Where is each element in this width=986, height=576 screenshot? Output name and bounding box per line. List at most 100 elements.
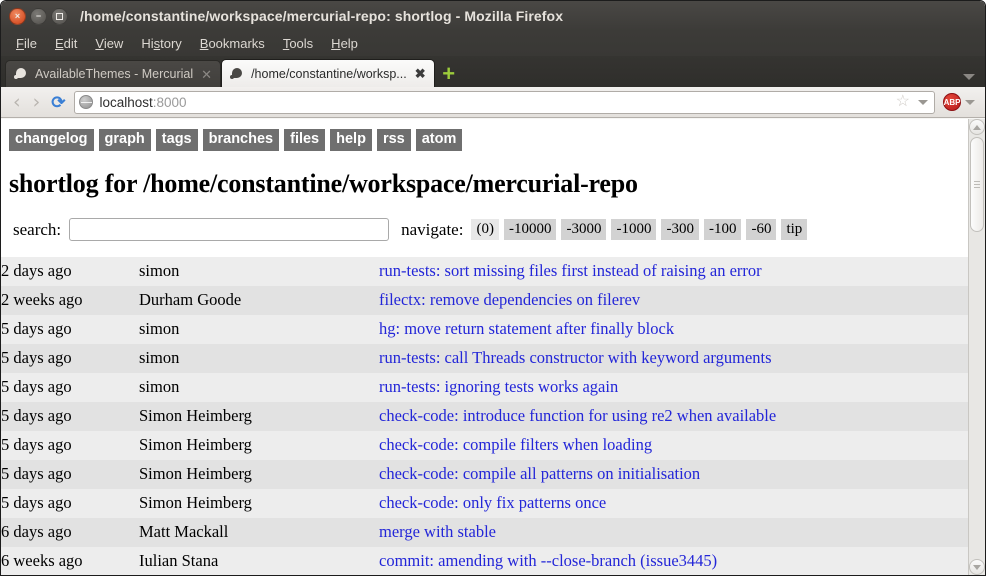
page-content: changelog graph tags branches files help… (1, 119, 985, 575)
commit-link[interactable]: commit: amending with --close-branch (is… (379, 551, 717, 570)
table-row[interactable]: 5 days ago Simon Heimberg check-code: co… (1, 431, 968, 461)
tab-close-icon[interactable]: ✖ (413, 67, 428, 80)
vertical-scrollbar[interactable] (968, 119, 985, 575)
tab-list-chevron-down-icon[interactable] (963, 74, 975, 80)
search-input[interactable] (69, 218, 390, 242)
table-row[interactable]: 5 days ago simon run-tests: ignoring tes… (1, 373, 968, 403)
row-description: run-tests: sort missing files first inst… (379, 257, 968, 286)
row-age: 5 days ago (1, 319, 72, 339)
menu-item-edit[interactable]: Edit (46, 34, 86, 53)
navigate-button-minus-300[interactable]: -300 (661, 218, 699, 241)
nav-link-branches[interactable]: branches (202, 129, 280, 152)
menu-item-help[interactable]: Help (322, 34, 367, 53)
nav-link-help[interactable]: help (330, 129, 372, 152)
table-row[interactable]: 5 days ago simon hg: move return stateme… (1, 315, 968, 345)
navigate-button-tip[interactable]: tip (781, 218, 808, 241)
row-age: 5 days ago (1, 493, 72, 513)
menu-item-bookmarks[interactable]: Bookmarks (191, 34, 274, 53)
row-author: simon (139, 377, 180, 397)
navigate-button-minus-10000[interactable]: -10000 (503, 218, 557, 241)
toolbar-overflow-chevron-down-icon[interactable] (965, 99, 975, 105)
row-author: Iulian Stana (139, 551, 219, 571)
row-description: run-tests: ignoring tests works again (379, 373, 968, 402)
menu-item-view[interactable]: View (86, 34, 132, 53)
table-row[interactable]: 5 days ago Simon Heimberg check-code: in… (1, 402, 968, 432)
shortlog-table: 2 days ago simon run-tests: sort missing… (1, 257, 968, 575)
search-and-navigate-row: search: navigate: (0) -10000 -3000 -1000… (13, 218, 968, 242)
commit-link[interactable]: check-code: compile all patterns on init… (379, 464, 700, 483)
row-age: 6 days ago (1, 522, 72, 542)
row-author: Durham Goode (139, 290, 242, 310)
row-author: simon (139, 261, 180, 281)
commit-link[interactable]: run-tests: call Threads constructor with… (379, 348, 772, 367)
row-description: commit: amending with --close-branch (is… (379, 547, 968, 575)
scrollbar-grip-icon (974, 179, 980, 190)
row-age: 5 days ago (1, 348, 72, 368)
row-age: 5 days ago (1, 406, 72, 426)
commit-link[interactable]: run-tests: sort missing files first inst… (379, 261, 762, 280)
menu-item-history[interactable]: History (132, 34, 190, 53)
url-dropdown-chevron-down-icon[interactable] (918, 99, 928, 105)
table-row[interactable]: 2 weeks ago Durham Goode filectx: remove… (1, 286, 968, 316)
scroll-up-arrow-icon[interactable] (969, 119, 985, 135)
reload-icon[interactable]: ⟳ (48, 94, 70, 111)
nav-link-files[interactable]: files (284, 129, 326, 152)
commit-link[interactable]: check-code: only fix patterns once (379, 493, 606, 512)
commit-link[interactable]: run-tests: ignoring tests works again (379, 377, 618, 396)
bookmark-star-icon[interactable]: ☆ (896, 94, 912, 110)
table-row[interactable]: 5 days ago Simon Heimberg check-code: on… (1, 489, 968, 519)
menu-item-file[interactable]: File (7, 34, 46, 53)
table-row[interactable]: 2 days ago simon run-tests: sort missing… (1, 257, 968, 287)
row-author: Simon Heimberg (139, 435, 252, 455)
url-bar[interactable]: localhost:8000 ☆ (74, 90, 935, 114)
back-button[interactable]: ‹ (9, 92, 25, 112)
browser-tab-shortlog[interactable]: /home/constantine/worksp... ✖ (221, 59, 435, 87)
scrollbar-thumb[interactable] (970, 137, 984, 232)
navigate-button-minus-100[interactable]: -100 (703, 218, 742, 241)
table-row[interactable]: 5 days ago Simon Heimberg check-code: co… (1, 460, 968, 490)
nav-link-changelog[interactable]: changelog (9, 129, 94, 152)
commit-link[interactable]: check-code: compile filters when loading (379, 435, 652, 454)
scroll-down-arrow-icon[interactable] (969, 559, 985, 575)
row-age: 5 days ago (1, 377, 72, 397)
table-row[interactable]: 6 weeks ago Iulian Stana commit: amendin… (1, 547, 968, 575)
nav-link-graph[interactable]: graph (98, 129, 151, 152)
row-description: run-tests: call Threads constructor with… (379, 344, 968, 373)
row-age: 2 weeks ago (1, 290, 83, 310)
row-description: filectx: remove dependencies on filerev (379, 286, 968, 315)
browser-tab-availablethemes[interactable]: AvailableThemes - Mercurial ✕ (5, 60, 222, 87)
navigate-button-current[interactable]: (0) (471, 218, 499, 241)
commit-link[interactable]: filectx: remove dependencies on filerev (379, 290, 640, 309)
close-window-button[interactable]: × (9, 7, 26, 25)
table-row[interactable]: 5 days ago simon run-tests: call Threads… (1, 344, 968, 374)
table-row[interactable]: 6 days ago Matt Mackall merge with stabl… (1, 518, 968, 548)
navigate-button-minus-60[interactable]: -60 (746, 218, 777, 241)
new-tab-button[interactable]: + (435, 60, 463, 87)
row-author: simon (139, 348, 180, 368)
url-text: localhost:8000 (99, 95, 186, 110)
nav-link-tags[interactable]: tags (155, 129, 198, 152)
adblock-plus-icon[interactable]: ABP (943, 93, 961, 111)
shortlog-table-body: 2 days ago simon run-tests: sort missing… (1, 257, 968, 575)
menu-item-tools[interactable]: Tools (274, 34, 322, 53)
row-author: Simon Heimberg (139, 406, 252, 426)
nav-link-atom[interactable]: atom (415, 129, 463, 152)
window-title: /home/constantine/workspace/mercurial-re… (80, 8, 564, 24)
maximize-window-button[interactable] (51, 7, 68, 25)
row-author: Simon Heimberg (139, 464, 252, 484)
nav-link-rss[interactable]: rss (376, 129, 411, 152)
navigate-button-minus-1000[interactable]: -1000 (611, 218, 657, 241)
forward-button[interactable]: › (29, 92, 45, 112)
commit-link[interactable]: hg: move return statement after finally … (379, 319, 674, 338)
page-title: shortlog for /home/constantine/workspace… (9, 169, 638, 199)
commit-link[interactable]: merge with stable (379, 522, 496, 541)
globe-icon (79, 95, 94, 109)
url-port: :8000 (152, 94, 187, 110)
navigate-buttons: (0) -10000 -3000 -1000 -300 -100 -60 tip (471, 218, 808, 241)
tab-close-icon[interactable]: ✕ (199, 68, 214, 81)
minimize-window-button[interactable]: − (30, 7, 47, 25)
commit-link[interactable]: check-code: introduce function for using… (379, 406, 776, 425)
navigate-label: navigate: (401, 219, 464, 239)
search-label: search: (13, 219, 62, 239)
navigate-button-minus-3000[interactable]: -3000 (561, 218, 607, 241)
